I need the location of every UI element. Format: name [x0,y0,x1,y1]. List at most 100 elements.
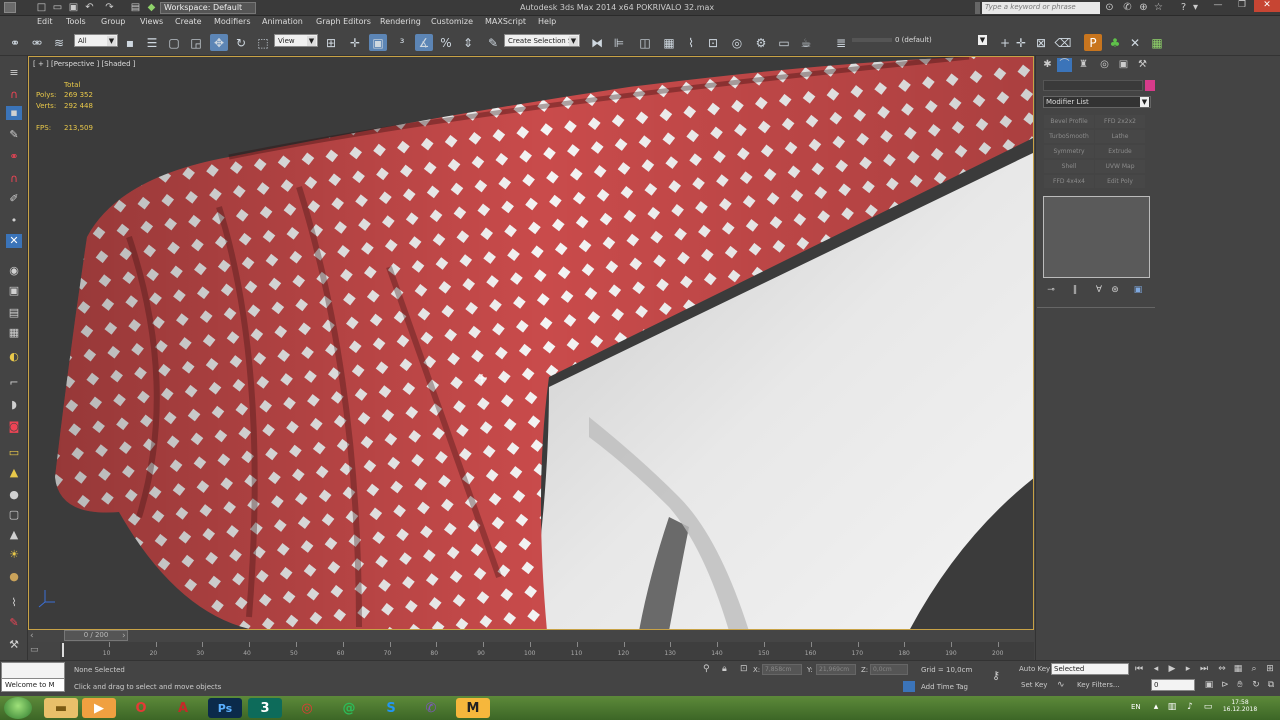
pan-icon[interactable]: ✋︎ [1234,680,1246,691]
pin-stack-icon[interactable]: ⊸ [1044,284,1058,296]
auto-key-button[interactable]: Auto Key [1019,665,1050,673]
select-object-icon[interactable]: ▪ [121,34,139,51]
language-indicator[interactable]: EN [1131,703,1141,711]
menu-customize[interactable]: Customize [431,17,473,26]
orbit-icon[interactable]: ↻ [1250,680,1262,691]
modifier-button-uvw-map[interactable]: UVW Map [1095,160,1145,173]
mini-curve-editor-icon[interactable]: ▭ [30,645,39,655]
material-editor-icon[interactable]: ◎ [728,34,746,51]
perspective-viewport[interactable]: [ + ] [Perspective ] [Shaded ] Total Pol… [28,56,1034,630]
select-and-manipulate-icon[interactable]: ✛ [346,34,364,51]
angle-snap-icon[interactable]: ∡ [415,34,433,51]
add-selection-to-layer-icon[interactable]: ✛ [1012,34,1030,51]
previous-frame-icon[interactable]: ◂ [1150,664,1162,675]
utilities-tab-icon[interactable]: ⚒ [1135,58,1150,72]
modifier-button-lathe[interactable]: Lathe [1095,130,1145,143]
undo-icon[interactable]: ↶ [84,2,95,13]
volume-icon[interactable]: ♪ [1184,702,1196,713]
x-coord-field[interactable]: 7,858cm [762,664,802,675]
toolbar-menu-icon[interactable]: ≡ [6,66,22,80]
isolate-icon[interactable]: ⚲ [703,664,710,674]
open-file-icon[interactable]: ▭ [52,2,63,13]
key-icon[interactable]: ⚷ [992,669,1000,682]
time-slider-track[interactable] [28,630,1034,642]
align-icon[interactable]: ⊫ [610,34,628,51]
viewport-label[interactable]: [ + ] [Perspective ] [Shaded ] [33,60,136,68]
start-button[interactable] [4,697,32,719]
clock[interactable]: 17:58 16.12.2018 [1220,699,1260,713]
zoom-extents-icon[interactable]: ▣ [1203,680,1215,691]
time-tag-icon[interactable] [903,681,915,692]
sphere-small-icon[interactable]: • [6,214,22,228]
eye-icon[interactable]: ◉ [6,264,22,278]
photoshop-icon[interactable]: Ps [208,698,242,718]
opera-icon[interactable]: O [124,698,158,718]
select-and-scale-icon[interactable]: ⬚ [254,34,272,51]
spline-icon[interactable]: ⌇ [6,596,22,610]
menu-create[interactable]: Create [175,17,202,26]
menu-animation[interactable]: Animation [262,17,303,26]
key-curve-icon[interactable]: ∿ [1057,680,1065,690]
sphere-icon[interactable]: ● [6,488,22,502]
y-coord-field[interactable]: 21,969cm [816,664,856,675]
network-icon[interactable]: ▥ [1166,702,1178,713]
maximize-viewport-icon[interactable]: ⧉ [1265,680,1277,691]
go-to-start-icon[interactable]: ⏮ [1133,664,1145,675]
select-icon[interactable]: ▪ [6,106,22,120]
search-input[interactable]: Type a keyword or phrase [982,2,1100,14]
viber-icon[interactable]: ✆ [414,698,448,718]
display-tab-icon[interactable]: ▣ [1116,58,1131,72]
tray-arrow-icon[interactable]: ▴ [1150,702,1162,713]
menu-maxscript[interactable]: MAXScript [485,17,526,26]
gmail-icon[interactable]: M [456,698,490,718]
bind-space-warp-icon[interactable]: ≋ [50,34,68,51]
link-icon[interactable]: ⚭ [6,150,22,164]
modifier-button-turbosmooth[interactable]: TurboSmooth [1044,130,1094,143]
z-coord-field[interactable]: 0,0cm [870,664,908,675]
select-and-rotate-icon[interactable]: ↻ [232,34,250,51]
menu-rendering[interactable]: Rendering [380,17,421,26]
select-and-link-icon[interactable]: ⚭ [6,34,24,51]
select-by-name-icon[interactable]: ☰ [143,34,161,51]
grid-icon[interactable]: ▦ [1148,34,1166,51]
paint-icon[interactable]: ✎ [6,616,22,630]
chrome-icon[interactable]: ◎ [290,698,324,718]
next-frame-icon[interactable]: › [122,631,126,641]
tree-icon[interactable]: ♣ [1106,34,1124,51]
create-tab-icon[interactable]: ✱ [1040,58,1055,72]
favorites-icon[interactable]: ☆ [1153,2,1164,13]
helper-icon[interactable]: ◗ [6,398,22,412]
exchange-icon[interactable]: ⊕ [1138,2,1149,13]
object-name-field[interactable] [1043,80,1143,91]
3dsmax-icon[interactable]: 3 [248,698,282,718]
redo-icon[interactable]: ↷ [104,2,115,13]
maximize-button[interactable]: ❐ [1230,0,1254,12]
app-menu-icon[interactable] [4,2,16,13]
minimize-button[interactable]: — [1206,0,1230,12]
object-color-swatch[interactable] [1145,80,1155,91]
binoculars-icon[interactable]: ⊙ [1104,2,1115,13]
pencil-icon[interactable]: ✐ [6,192,22,206]
snaps-toggle-icon[interactable]: ³ [393,34,411,51]
light-icon[interactable]: ◐ [6,350,22,364]
key-filters-button[interactable]: Key Filters... [1077,681,1120,689]
current-frame-input[interactable]: 0 [1151,679,1195,691]
cone-icon[interactable]: ▲ [6,466,22,480]
layer-dropdown[interactable]: 0 (default) ▼ [892,34,988,47]
rendered-frame-window-icon[interactable]: ▭ [775,34,793,51]
keyboard-shortcut-override-icon[interactable]: ▣ [369,34,387,51]
pivot-center-icon[interactable]: ⊞ [322,34,340,51]
field-of-view-icon[interactable]: ⊳ [1219,680,1231,691]
pin-icon[interactable]: ∩ [6,172,22,186]
modifier-button-shell[interactable]: Shell [1044,160,1094,173]
spinner-snap-icon[interactable]: ⇕ [459,34,477,51]
render-setup-icon[interactable]: ⚙ [752,34,770,51]
modifier-button-ffd-4x4x4[interactable]: FFD 4x4x4 [1044,175,1094,188]
record-icon[interactable]: ◙ [6,420,22,434]
folder-icon[interactable]: ▭ [6,446,22,460]
layers-panel-icon[interactable]: ▦ [6,326,22,340]
plugin-icon[interactable]: P [1084,34,1102,51]
play-icon[interactable]: ▶ [1166,664,1178,675]
camera-icon[interactable]: ⌐ [6,376,22,390]
save-file-icon[interactable]: ▣ [68,2,79,13]
